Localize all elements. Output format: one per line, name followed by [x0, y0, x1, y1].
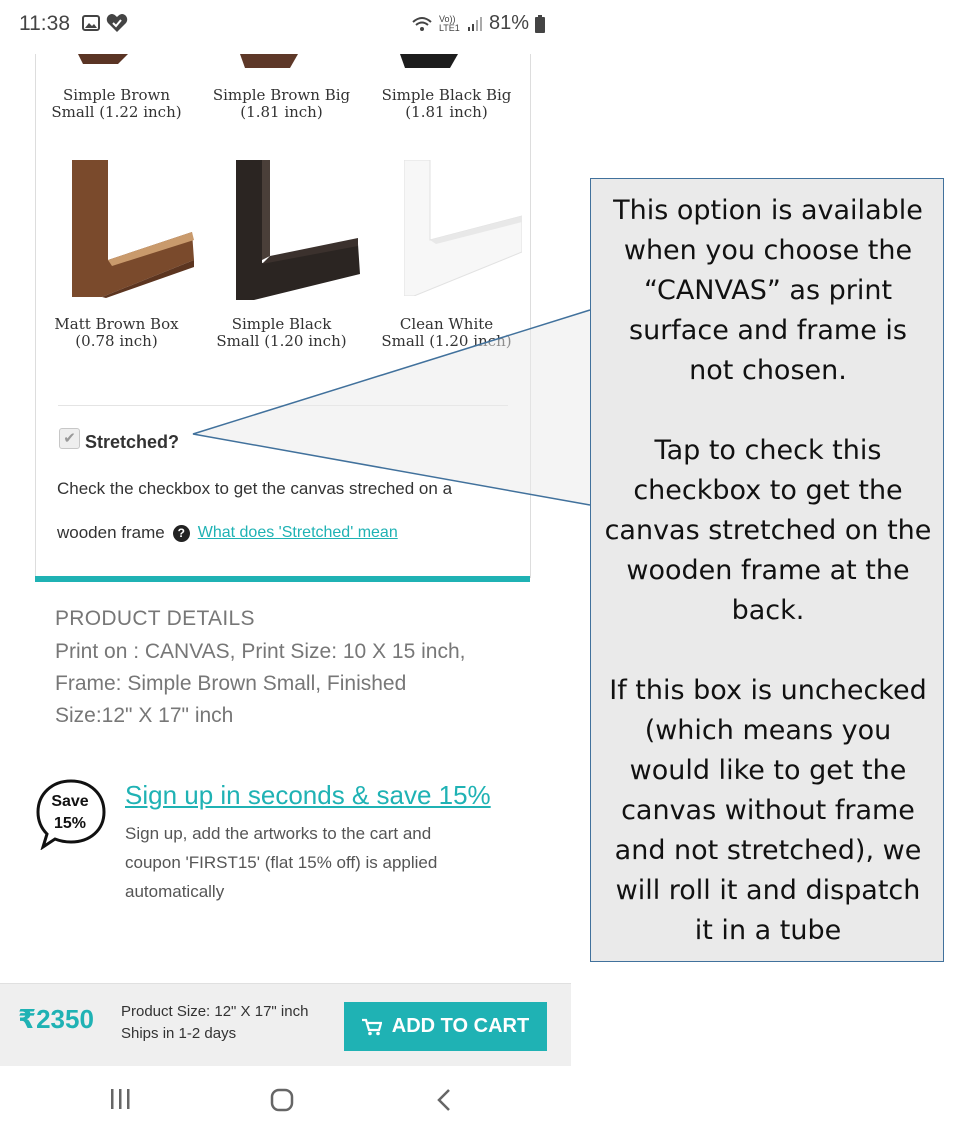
callout-line: canvas without frame [621, 795, 915, 826]
callout-line: surface and frame is [629, 315, 907, 346]
callout-line: checkbox to get the [633, 475, 903, 506]
annotation-callout: This option is available when you choose… [590, 178, 944, 962]
callout-line: canvas stretched on the [604, 515, 932, 546]
callout-line: it in a tube [694, 915, 842, 946]
callout-line: would like to get the [629, 755, 907, 786]
callout-line: not chosen. [689, 355, 847, 386]
callout-line: wooden frame at the [626, 555, 910, 586]
callout-line: Tap to check this [654, 435, 882, 466]
callout-line: If this box is unchecked [609, 675, 927, 706]
callout-line: and not stretched), we [614, 835, 922, 866]
callout-line: will roll it and dispatch [615, 875, 921, 906]
callout-line: “CANVAS” as print [643, 275, 893, 306]
callout-line: when you choose the [623, 235, 913, 266]
callout-line: (which means you [644, 715, 892, 746]
callout-line: back. [731, 595, 805, 626]
callout-line: This option is available [613, 195, 923, 226]
